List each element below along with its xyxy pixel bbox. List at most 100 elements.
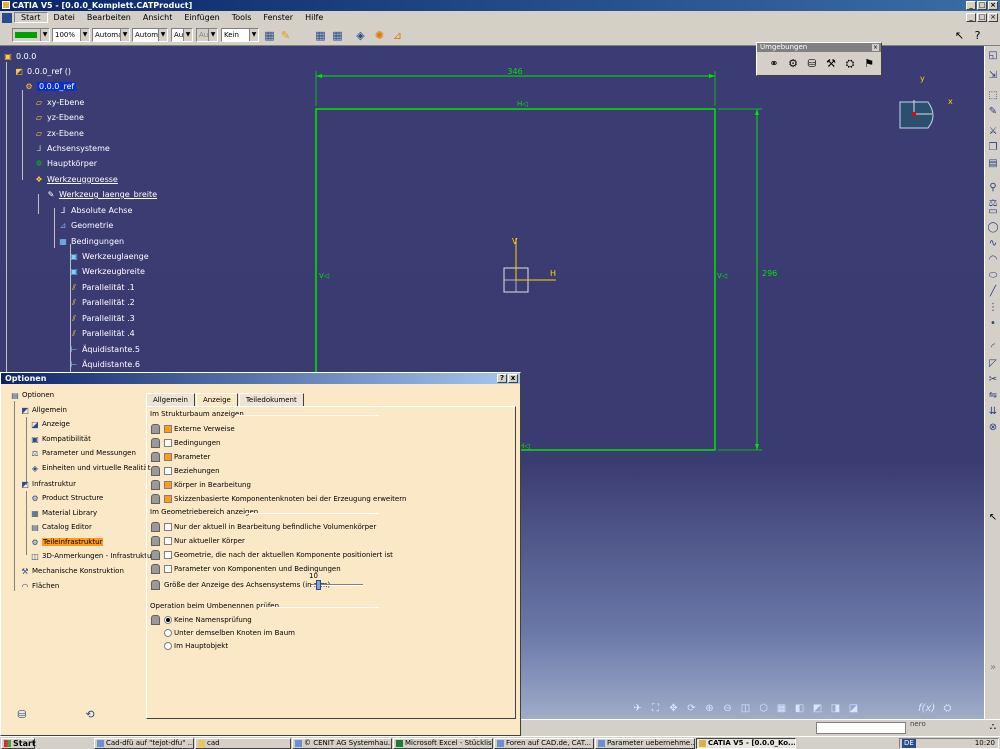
environment-6-icon[interactable]: ⚑: [862, 57, 876, 71]
axis-size-slider[interactable]: 10: [309, 572, 367, 591]
opt-node-compatibility[interactable]: ▣ Kompatibilität: [30, 433, 91, 445]
menu-hilfe[interactable]: Hilfe: [299, 13, 329, 22]
tab-allgemein[interactable]: Allgemein: [146, 393, 195, 406]
tree-node-xy-plane[interactable]: ▱ xy-Ebene: [34, 97, 84, 109]
environment-1-icon[interactable]: ⚭: [767, 57, 781, 71]
fit-all-icon[interactable]: ⛶: [648, 701, 663, 716]
opt-node-product-structure[interactable]: ⚙ Product Structure: [30, 492, 103, 504]
chk-expand-sketch-nodes[interactable]: Skizzenbasierte Komponentenknoten bei de…: [151, 493, 406, 505]
doc-minimize-button[interactable]: _: [966, 13, 976, 22]
tree-node-main-body[interactable]: ✲ Hauptkörper: [34, 158, 97, 170]
sketch-icon[interactable]: ◱: [987, 50, 999, 62]
cut-icon[interactable]: ⚔: [987, 126, 999, 138]
chk-current-body-only[interactable]: Nur aktueller Körper: [151, 535, 245, 547]
opt-node-material-library[interactable]: ▦ Material Library: [30, 507, 97, 519]
menu-bearbeiten[interactable]: Bearbeiten: [81, 13, 137, 22]
taskbar-item-catia[interactable]: CATIA V5 - [0.0.0_Ko...: [696, 738, 796, 749]
profile-icon[interactable]: ⬚: [987, 90, 999, 102]
constraint-icon[interactable]: ✺: [372, 28, 387, 43]
edit-icon[interactable]: ✎: [987, 106, 999, 118]
tree-node-parallel-4[interactable]: ⫽ Parallelität .4: [69, 328, 135, 340]
tree-node-parallel-2[interactable]: ⫽ Parallelität .2: [69, 297, 135, 309]
fly-mode-icon[interactable]: ✈: [630, 701, 645, 716]
transparency-combo[interactable]: 100% ▼: [52, 28, 90, 42]
tree-node-sketch[interactable]: ✎ Werkzeug_laenge_breite: [46, 189, 157, 201]
help-pointer-icon[interactable]: ↖: [952, 28, 967, 43]
dialog-help-button[interactable]: ?: [497, 374, 507, 383]
doc-close-button[interactable]: ×: [988, 13, 998, 22]
constraint-top-horizontal[interactable]: H◁: [517, 100, 528, 108]
dialog-close-button[interactable]: x: [508, 374, 518, 383]
umgebungen-close-icon[interactable]: ×: [872, 44, 879, 51]
zoom-in-icon[interactable]: ⊕: [702, 701, 717, 716]
line-icon[interactable]: ╱: [987, 286, 999, 298]
chk-current-solid-only[interactable]: Nur der aktuell in Bearbeitung befindlic…: [151, 521, 376, 533]
opt-node-catalog-editor[interactable]: ▤ Catalog Editor: [30, 521, 92, 533]
trim-icon[interactable]: ✂: [987, 374, 999, 386]
umgebungen-caption[interactable]: Umgebungen ×: [757, 43, 881, 52]
tree-node-absolute-axis[interactable]: ⅃ Absolute Achse: [58, 205, 133, 217]
chk-geometry-after-current[interactable]: Geometrie, die nach der aktuellen Kompon…: [151, 549, 393, 561]
height-dimension-label[interactable]: 296: [762, 269, 777, 278]
tree-node-zx-plane[interactable]: ▱ zx-Ebene: [34, 128, 84, 140]
opt-node-parameters[interactable]: ⚖ Parameter und Messungen: [30, 447, 135, 459]
taskbar-item[interactable]: © CENIT AG Systemhau...: [292, 738, 392, 749]
project-icon[interactable]: ⇊: [987, 406, 999, 418]
pointtype-combo[interactable]: Aut ▼: [171, 28, 193, 42]
tree-node-ref-instance[interactable]: ◩ 0.0.0_ref (): [14, 66, 71, 78]
spline-icon[interactable]: ∿: [987, 238, 999, 250]
menu-tools[interactable]: Tools: [226, 13, 258, 22]
iso-view-icon[interactable]: ⬡: [756, 701, 771, 716]
taskbar-item[interactable]: Parameter uebernehme...: [595, 738, 695, 749]
environment-5-icon[interactable]: ⛭: [843, 57, 857, 71]
catia-menu-logo-icon[interactable]: [2, 12, 12, 23]
environment-3-icon[interactable]: ⛁: [805, 57, 819, 71]
radio-main-object[interactable]: Im Hauptobjekt: [164, 640, 228, 652]
environment-4-icon[interactable]: ⚒: [824, 57, 838, 71]
chamfer-icon[interactable]: ◸: [987, 358, 999, 370]
width-dimension-label[interactable]: 346: [507, 67, 522, 76]
opt-node-root[interactable]: ▤ Optionen: [10, 389, 54, 401]
radio-no-name-check[interactable]: Keine Namensprüfung: [151, 614, 252, 626]
menu-start[interactable]: Start: [14, 12, 48, 23]
opt-node-3d-annotations[interactable]: ◫ 3D-Anmerkungen - Infrastruktur: [30, 550, 154, 562]
radio-same-node[interactable]: Unter demselben Knoten im Baum: [164, 627, 295, 639]
exit-workbench-icon[interactable]: ⇲: [987, 70, 999, 82]
point-icon[interactable]: •: [987, 318, 999, 330]
tree-node-equidistant-5[interactable]: ⊢ Äquidistante.5: [69, 344, 140, 356]
environment-2-icon[interactable]: ⚙: [786, 57, 800, 71]
tree-node-root[interactable]: ▣ 0.0.0: [3, 51, 36, 63]
linewidth-combo[interactable]: Automa ▼: [92, 28, 130, 42]
compass[interactable]: y x: [898, 74, 953, 130]
tree-node-parallel-3[interactable]: ⫽ Parallelität .3: [69, 313, 135, 325]
taskbar-item[interactable]: Microsoft Excel - Stücklis...: [393, 738, 493, 749]
conic-icon[interactable]: ◠: [987, 254, 999, 266]
tree-node-equidistant-6[interactable]: ⊢ Äquidistante.6: [69, 359, 140, 371]
language-indicator[interactable]: DE: [902, 739, 916, 748]
opt-node-part-infrastructure[interactable]: ⚙ Teileinfrastruktur: [30, 536, 104, 548]
opt-node-display[interactable]: ◪ Anzeige: [30, 418, 70, 430]
circle-icon[interactable]: ◯: [987, 222, 999, 234]
taskbar-item[interactable]: Cad-dfü auf "tejot-dfu" ...: [94, 738, 194, 749]
paintbrush-icon[interactable]: ✎: [278, 28, 293, 43]
whats-this-icon[interactable]: ?: [970, 28, 985, 43]
reset-settings-icon[interactable]: ⟲: [82, 707, 98, 723]
opt-node-general[interactable]: ◩ Allgemein: [20, 404, 67, 416]
linetype-combo[interactable]: Automa ▼: [132, 28, 168, 42]
snap-grid-icon[interactable]: ▦: [330, 28, 345, 43]
paste-icon[interactable]: ▤: [987, 158, 999, 170]
tree-node-part[interactable]: ⚙ 0.0.0_ref: [24, 81, 77, 93]
intersect-icon[interactable]: ⊗: [987, 422, 999, 434]
rendering-combo[interactable]: Aut ▼: [196, 28, 218, 42]
rectangle-icon[interactable]: ▭: [987, 206, 999, 218]
axis-size-slider-thumb[interactable]: [316, 580, 321, 590]
select-pointer-icon[interactable]: ↖: [987, 512, 999, 524]
opt-node-surfaces[interactable]: ◠ Flächen: [20, 580, 60, 592]
menu-datei[interactable]: Datei: [48, 13, 81, 22]
3d-compass-icon[interactable]: ◪: [846, 701, 861, 716]
tree-node-yz-plane[interactable]: ▱ yz-Ebene: [34, 112, 84, 124]
swap-space-icon[interactable]: ◨: [828, 701, 843, 716]
tab-anzeige[interactable]: Anzeige: [195, 393, 238, 407]
constraint-icon[interactable]: ⚲: [987, 182, 999, 194]
tree-node-geometry[interactable]: ⊿ Geometrie: [58, 220, 114, 232]
